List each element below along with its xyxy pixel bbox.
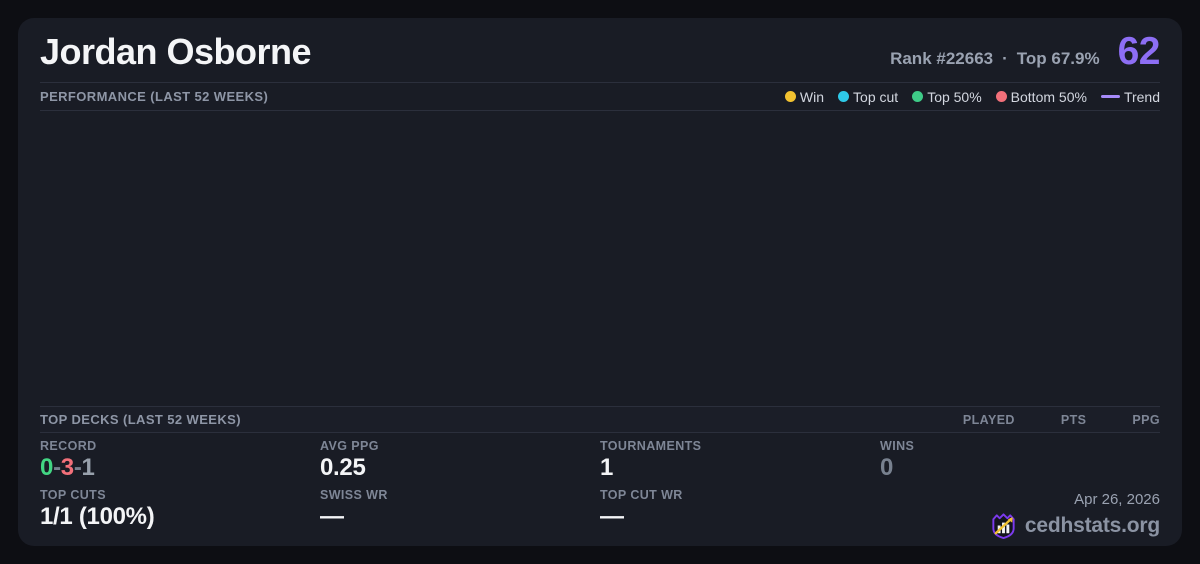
win-dot-icon [784, 91, 796, 102]
legend-label: Top cut [853, 88, 899, 105]
performance-header-row: PERFORMANCE (LAST 52 WEEKS) Win Top cut … [40, 82, 1160, 111]
legend-item-bottom-50: Bottom 50% [995, 88, 1087, 105]
trend-line-icon [1100, 95, 1120, 98]
stat-label: WINS [880, 439, 915, 454]
avg-ppg-value: 0.25 [320, 454, 366, 482]
player-name: Jordan Osborne [40, 31, 312, 72]
stat-label: RECORD [40, 439, 97, 454]
elo-score: 62 [1117, 30, 1161, 73]
performance-section-title: PERFORMANCE (LAST 52 WEEKS) [40, 89, 269, 104]
brand-row[interactable]: cedhstats.org [989, 511, 1160, 540]
wins-value: 0 [880, 454, 894, 482]
legend-item-top-50: Top 50% [912, 88, 982, 105]
record-separator: - [53, 454, 61, 482]
stat-swiss-wr: SWISS WR — [320, 488, 600, 530]
top-decks-section-title: TOP DECKS (LAST 52 WEEKS) [40, 412, 241, 428]
record-wins: 0 [40, 454, 54, 482]
brand-text: cedhstats.org [1024, 513, 1160, 537]
swiss-wr-value: — [320, 502, 344, 530]
legend-item-trend: Trend [1100, 88, 1160, 105]
card-header: Jordan Osborne Rank #22663 · Top 67.9% 6… [18, 18, 1182, 82]
record-losses: 3 [60, 454, 74, 482]
legend-label: Trend [1123, 88, 1160, 105]
stat-label: TOP CUT WR [600, 487, 683, 502]
record-separator: - [73, 454, 82, 482]
column-header-ppg: PPG [1132, 412, 1160, 427]
rank-top-percent: Top 67.9% [1016, 49, 1100, 68]
legend-label: Bottom 50% [1010, 88, 1087, 105]
stats-column-1: RECORD 0-3-1 TOP CUTS 1/1 (100%) [40, 439, 320, 536]
card-footer: Apr 26, 2026 cedhstats.org [989, 491, 1160, 540]
legend-label: Top 50% [927, 88, 982, 105]
rank-separator: · [1002, 49, 1008, 68]
stat-top-cut-wr: TOP CUT WR — [600, 488, 880, 530]
top-cut-wr-value: — [600, 502, 624, 530]
performance-chart-area [40, 111, 1160, 406]
stat-label: TOP CUTS [40, 487, 106, 502]
chart-legend: Win Top cut Top 50% Bottom 50% Trend [784, 88, 1160, 105]
top-cuts-value: 1/1 (100%) [40, 502, 155, 530]
record-value: 0-3-1 [40, 455, 320, 481]
column-header-played: PLAYED [962, 412, 1015, 427]
stats-column-2: AVG PPG 0.25 SWISS WR — [320, 439, 600, 536]
player-stats-card: Jordan Osborne Rank #22663 · Top 67.9% 6… [18, 18, 1182, 546]
stat-tournaments: TOURNAMENTS 1 [600, 439, 880, 481]
stats-column-3: TOURNAMENTS 1 TOP CUT WR — [600, 439, 880, 536]
record-draws: 1 [81, 454, 95, 482]
top-decks-columns: PLAYED PTS PPG [963, 413, 1160, 427]
legend-item-top-cut: Top cut [838, 89, 898, 105]
rank-number: Rank #22663 [890, 49, 994, 68]
top-cut-dot-icon [838, 91, 850, 102]
date-label: Apr 26, 2026 [1074, 491, 1160, 508]
top-decks-header-row: TOP DECKS (LAST 52 WEEKS) PLAYED PTS PPG [40, 406, 1160, 434]
bottom-50-dot-icon [995, 91, 1007, 102]
legend-item-win: Win [784, 88, 825, 105]
top-50-dot-icon [912, 91, 924, 102]
stat-wins: WINS 0 [880, 439, 1160, 481]
header-right: Rank #22663 · Top 67.9% 62 [890, 30, 1160, 74]
legend-label: Win [799, 88, 825, 105]
stats-grid: RECORD 0-3-1 TOP CUTS 1/1 (100%) AVG PPG… [18, 433, 1182, 546]
stat-label: SWISS WR [320, 487, 388, 502]
stat-record: RECORD 0-3-1 [40, 439, 320, 481]
stat-avg-ppg: AVG PPG 0.25 [320, 439, 600, 481]
stat-label: TOURNAMENTS [600, 439, 702, 454]
rank-line: Rank #22663 · Top 67.9% [890, 49, 1100, 69]
stat-label: AVG PPG [320, 439, 379, 454]
column-header-pts: PTS [1060, 412, 1087, 427]
cedhstats-logo-icon [992, 513, 1015, 540]
stat-top-cuts: TOP CUTS 1/1 (100%) [40, 488, 320, 530]
tournaments-value: 1 [600, 454, 614, 482]
